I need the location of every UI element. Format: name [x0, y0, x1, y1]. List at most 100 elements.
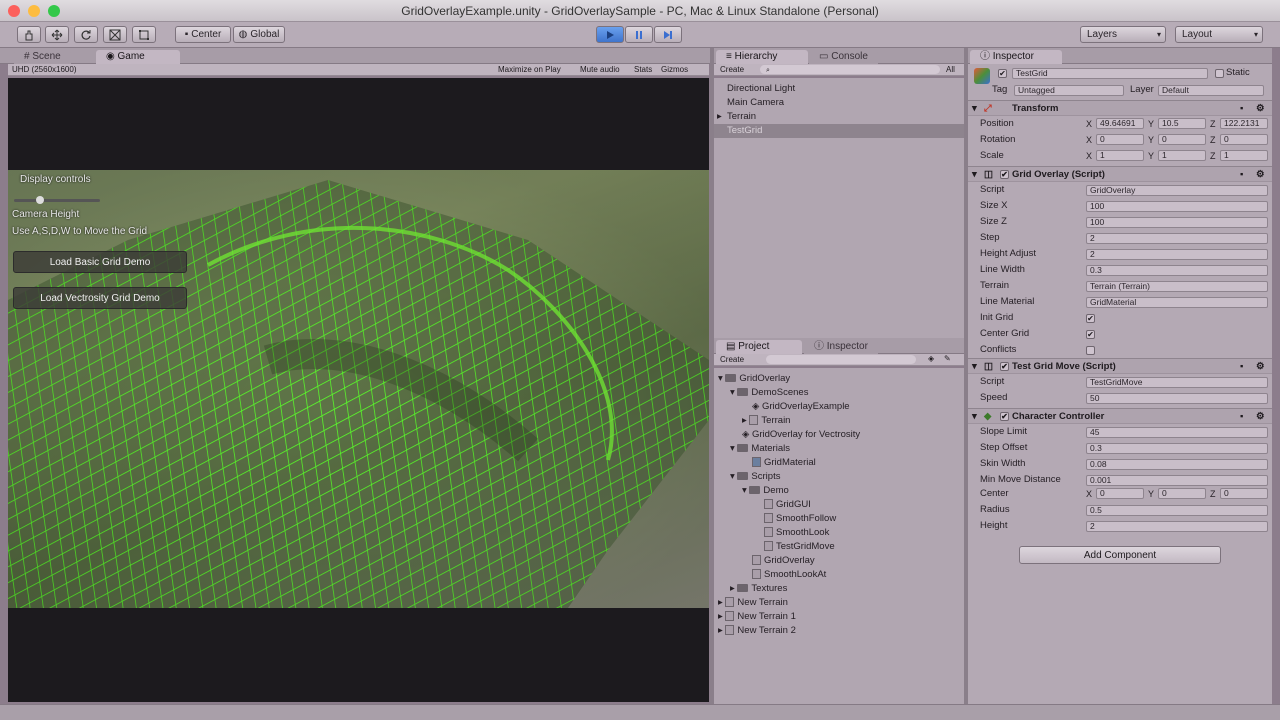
tab-project[interactable]: ▤ Project [716, 340, 802, 354]
character-controller-enabled-checkbox[interactable]: ✔ [1000, 412, 1009, 421]
gear-icon[interactable]: ⚙ [1256, 167, 1265, 182]
game-render-area[interactable]: Display controls Camera Height Use A,S,D… [8, 170, 709, 608]
character-controller-header[interactable]: ▾ ◆ ✔ Character Controller ▪ ⚙ [968, 408, 1272, 424]
tree-item[interactable]: GridMaterial [752, 456, 816, 470]
active-checkbox[interactable]: ✔ [998, 69, 1007, 78]
scale-z-input[interactable]: 1 [1220, 150, 1268, 161]
rotate-tool-button[interactable] [74, 26, 98, 43]
tree-item[interactable]: SmoothFollow [764, 512, 836, 526]
tree-item[interactable]: ▾ Demo [742, 484, 789, 498]
add-component-button[interactable]: Add Component [1019, 546, 1221, 564]
position-z-input[interactable]: 122.2131 [1220, 118, 1268, 129]
grid-overlay-enabled-checkbox[interactable]: ✔ [1000, 170, 1009, 179]
tree-item[interactable]: ▾ DemoScenes [730, 386, 808, 400]
help-icon[interactable]: ▪ [1240, 409, 1243, 424]
load-basic-grid-demo-button[interactable]: Load Basic Grid Demo [13, 251, 187, 273]
filter-label-icon[interactable]: ✎ [944, 354, 951, 363]
scale-y-input[interactable]: 1 [1158, 150, 1206, 161]
camera-height-slider[interactable] [14, 196, 100, 204]
collapse-arrow-icon[interactable]: ▾ [972, 101, 977, 116]
position-x-input[interactable]: 49.64691 [1096, 118, 1144, 129]
tree-item[interactable]: ◈ GridOverlay for Vectrosity [742, 428, 860, 442]
help-icon[interactable]: ▪ [1240, 359, 1243, 374]
tag-dropdown[interactable]: Untagged [1014, 85, 1124, 96]
tree-item[interactable]: ▾ GridOverlay [718, 372, 790, 386]
gear-icon[interactable]: ⚙ [1256, 359, 1265, 374]
tree-item[interactable]: SmoothLookAt [752, 568, 826, 582]
collapse-arrow-icon[interactable]: ▾ [972, 167, 977, 182]
help-icon[interactable]: ▪ [1240, 167, 1243, 182]
tab-hierarchy[interactable]: ≡ Hierarchy [716, 50, 808, 64]
project-create-dropdown[interactable]: Create [720, 355, 744, 364]
step-button[interactable] [654, 26, 682, 43]
tree-item[interactable]: ▸ New Terrain [718, 596, 788, 610]
collapse-arrow-icon[interactable]: ▾ [972, 359, 977, 374]
hand-tool-button[interactable] [17, 26, 41, 43]
filter-type-icon[interactable]: ◈ [928, 354, 934, 363]
hierarchy-filter-label[interactable]: All [946, 65, 955, 74]
gear-icon[interactable]: ⚙ [1256, 101, 1265, 116]
list-item[interactable]: Terrain [727, 110, 756, 124]
tree-item[interactable]: SmoothLook [764, 526, 829, 540]
layer-dropdown[interactable]: Default [1158, 85, 1264, 96]
gear-icon[interactable]: ⚙ [1256, 409, 1265, 424]
size-z-input[interactable]: 100 [1086, 217, 1268, 228]
scale-x-input[interactable]: 1 [1096, 150, 1144, 161]
tab-inspector-secondary[interactable]: ⓘ Inspector [804, 340, 878, 354]
terrain-input[interactable]: Terrain (Terrain) [1086, 281, 1268, 292]
tree-item[interactable]: ◈ GridOverlayExample [752, 400, 850, 414]
tab-inspector[interactable]: ⓘ Inspector [970, 50, 1062, 64]
tree-item[interactable]: ▸ Textures [730, 582, 787, 596]
tree-item[interactable]: ▾ Scripts [730, 470, 780, 484]
resolution-dropdown[interactable]: UHD (2560x1600) [12, 65, 76, 74]
project-search-input[interactable] [766, 355, 916, 364]
test-grid-move-header[interactable]: ▾ ◫ ✔ Test Grid Move (Script) ▪ ⚙ [968, 358, 1272, 374]
collapse-arrow-icon[interactable]: ▾ [972, 409, 977, 424]
layout-dropdown[interactable]: Layout [1175, 26, 1263, 43]
grid-overlay-header[interactable]: ▾ ◫ ✔ Grid Overlay (Script) ▪ ⚙ [968, 166, 1272, 182]
object-name-input[interactable]: TestGrid [1012, 68, 1208, 79]
tgm-script-input[interactable]: TestGridMove [1086, 377, 1268, 388]
static-checkbox[interactable] [1215, 69, 1224, 78]
tab-console[interactable]: ▭ Console [809, 50, 878, 64]
list-item[interactable]: Directional Light [727, 82, 795, 96]
layers-dropdown[interactable]: Layers [1080, 26, 1166, 43]
line-material-input[interactable]: GridMaterial [1086, 297, 1268, 308]
scale-tool-button[interactable] [103, 26, 127, 43]
center-y-input[interactable]: 0 [1158, 488, 1206, 499]
pivot-space-button[interactable]: ◍ Global [233, 26, 285, 43]
gizmos-dropdown[interactable]: Gizmos [661, 65, 688, 74]
tab-game[interactable]: ◉ Game [96, 50, 180, 64]
pause-button[interactable] [625, 26, 653, 43]
transform-header[interactable]: ▾ ⤢ Transform ▪ ⚙ [968, 100, 1272, 116]
rotation-x-input[interactable]: 0 [1096, 134, 1144, 145]
tree-item[interactable]: GridOverlay [752, 554, 815, 568]
line-width-input[interactable]: 0.3 [1086, 265, 1268, 276]
center-x-input[interactable]: 0 [1096, 488, 1144, 499]
tree-item[interactable]: GridGUI [764, 498, 811, 512]
height-input[interactable]: 2 [1086, 521, 1268, 532]
test-grid-move-enabled-checkbox[interactable]: ✔ [1000, 362, 1009, 371]
maximize-toggle[interactable]: Maximize on Play [498, 65, 561, 74]
rect-tool-button[interactable] [132, 26, 156, 43]
conflicts-checkbox[interactable] [1086, 346, 1095, 355]
rotation-z-input[interactable]: 0 [1220, 134, 1268, 145]
size-x-input[interactable]: 100 [1086, 201, 1268, 212]
play-button[interactable] [596, 26, 624, 43]
position-y-input[interactable]: 10.5 [1158, 118, 1206, 129]
min-move-distance-input[interactable]: 0.001 [1086, 475, 1268, 486]
expand-arrow-icon[interactable]: ▸ [717, 110, 727, 124]
tree-item[interactable]: ▸ New Terrain 1 [718, 610, 796, 624]
radius-input[interactable]: 0.5 [1086, 505, 1268, 516]
list-item-selected[interactable]: TestGrid [714, 124, 964, 138]
slope-limit-input[interactable]: 45 [1086, 427, 1268, 438]
pivot-mode-button[interactable]: ▪ Center [175, 26, 231, 43]
tree-item[interactable]: TestGridMove [764, 540, 835, 554]
skin-width-input[interactable]: 0.08 [1086, 459, 1268, 470]
center-z-input[interactable]: 0 [1220, 488, 1268, 499]
tree-item[interactable]: ▸ New Terrain 2 [718, 624, 796, 638]
hierarchy-create-dropdown[interactable]: Create [720, 65, 744, 74]
step-input[interactable]: 2 [1086, 233, 1268, 244]
script-input[interactable]: GridOverlay [1086, 185, 1268, 196]
rotation-y-input[interactable]: 0 [1158, 134, 1206, 145]
